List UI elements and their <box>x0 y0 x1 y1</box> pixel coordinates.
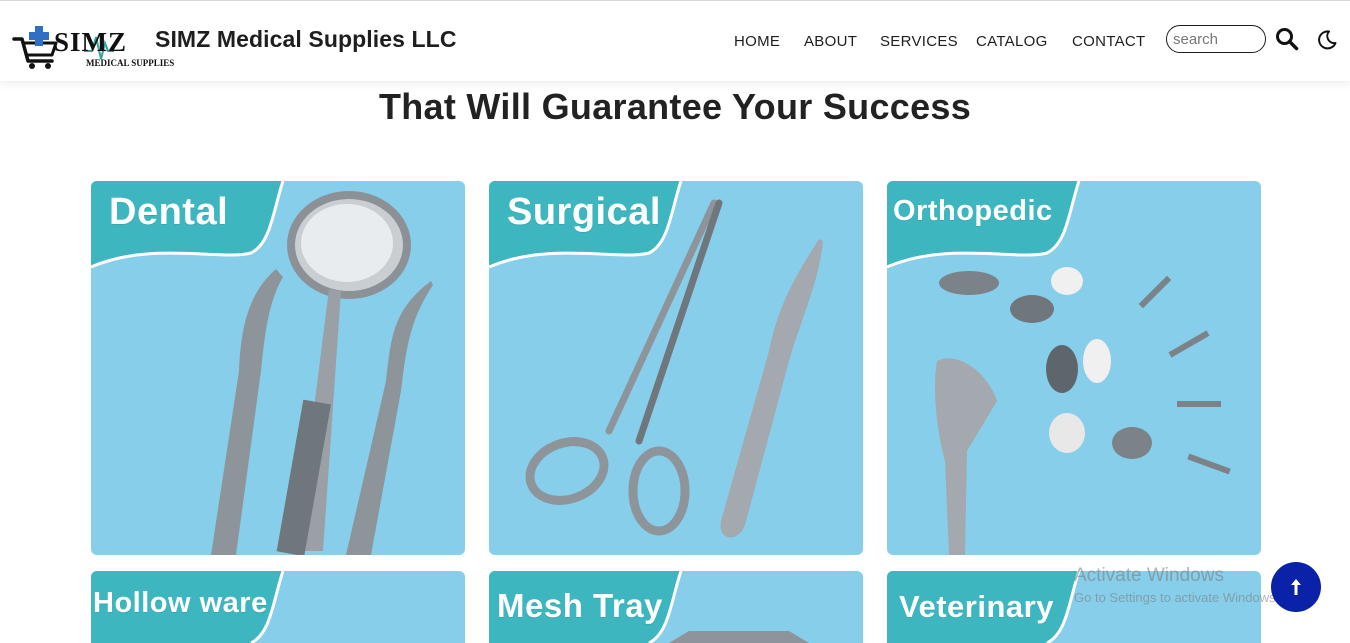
search-icon[interactable] <box>1275 27 1299 51</box>
logo-text: SIMZ <box>54 27 128 57</box>
category-label: Dental <box>109 191 229 233</box>
site-header: SIMZ MEDICAL SUPPLIES SIMZ Medical Suppl… <box>0 0 1350 81</box>
watermark-subtitle: Go to Settings to activate Windows. <box>1074 590 1280 605</box>
page: SIMZ MEDICAL SUPPLIES SIMZ Medical Suppl… <box>0 0 1350 643</box>
logo-subtext: MEDICAL SUPPLIES <box>86 58 175 68</box>
category-card-hollow-ware[interactable]: Hollow ware <box>91 571 465 643</box>
category-label: Surgical <box>507 191 661 233</box>
category-label: Mesh Tray <box>497 587 663 624</box>
brand-logo[interactable]: SIMZ MEDICAL SUPPLIES <box>12 23 174 71</box>
main-nav: HOME ABOUT SERVICES CATALOG CONTACT <box>734 33 1152 50</box>
brand-name[interactable]: SIMZ Medical Supplies LLC <box>155 26 457 53</box>
category-label: Veterinary <box>899 589 1054 624</box>
back-to-top-button[interactable] <box>1271 562 1321 612</box>
activate-windows-watermark: Activate Windows Go to Settings to activ… <box>1074 565 1279 605</box>
category-label: Orthopedic <box>893 195 1053 227</box>
moon-icon[interactable] <box>1316 29 1338 51</box>
category-card-orthopedic[interactable]: Orthopedic <box>887 181 1261 555</box>
surgical-tools-image <box>489 181 823 538</box>
section-heading: That Will Guarantee Your Success <box>378 86 972 127</box>
search-input[interactable] <box>1166 25 1266 53</box>
watermark-title: Activate Windows <box>1074 565 1224 586</box>
nav-home[interactable]: HOME <box>734 33 804 50</box>
arrow-up-icon <box>1291 579 1301 595</box>
nav-catalog[interactable]: CATALOG <box>976 33 1072 50</box>
nav-services[interactable]: SERVICES <box>880 33 976 50</box>
orthopedic-implants-image <box>887 181 1231 555</box>
dental-tools-image <box>91 181 433 555</box>
category-card-dental[interactable]: Dental <box>91 181 465 555</box>
category-label: Hollow ware <box>93 587 268 619</box>
nav-contact[interactable]: CONTACT <box>1072 33 1152 50</box>
nav-about[interactable]: ABOUT <box>804 33 880 50</box>
category-card-surgical[interactable]: Surgical <box>489 181 863 555</box>
category-card-mesh-tray[interactable]: Mesh Tray <box>489 571 863 643</box>
